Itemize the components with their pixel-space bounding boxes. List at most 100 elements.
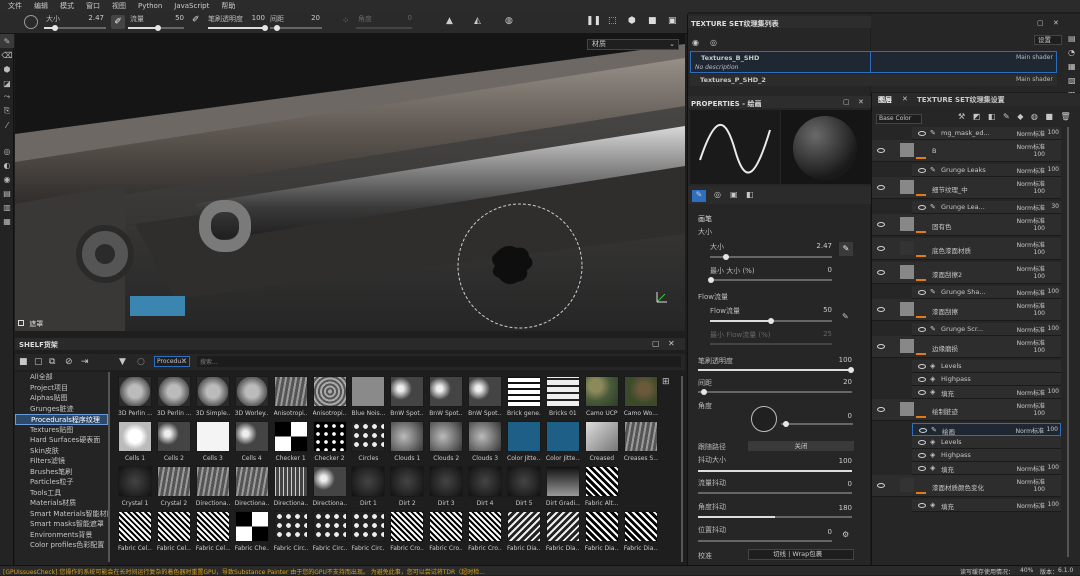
- shelf-item[interactable]: Fabric Circ...: [312, 511, 347, 555]
- menu-item-6[interactable]: JavaScript: [174, 2, 209, 10]
- layer-opacity[interactable]: 100: [1048, 325, 1059, 332]
- shelf-item[interactable]: Blue Nois...: [351, 376, 386, 420]
- layer-blend-mode[interactable]: Norm标准: [1017, 301, 1045, 310]
- layer-row[interactable]: 细节纹理_中 Norm标准 100: [872, 177, 1061, 199]
- visibility-eye-icon[interactable]: [877, 148, 885, 153]
- layer-row[interactable]: 绘制脏迹 Norm标准 100: [872, 399, 1061, 421]
- history-icon-r[interactable]: ◔: [1068, 48, 1080, 62]
- shelf-item[interactable]: Fabric Cro...: [429, 511, 464, 555]
- tex-eye-icon[interactable]: ◉: [692, 38, 699, 47]
- shelf-item[interactable]: Dirt 3: [429, 466, 464, 510]
- shelf-item[interactable]: Brick gene...: [507, 376, 541, 420]
- material-dropdown[interactable]: 材质 ⌄: [587, 39, 679, 50]
- shelf-item[interactable]: Fabric Dia...: [545, 511, 580, 555]
- shelf-item[interactable]: Cells 1: [118, 421, 152, 465]
- import-icon[interactable]: ⇥: [81, 357, 89, 367]
- add-mask-icon[interactable]: ◩: [973, 112, 981, 121]
- visibility-eye-icon[interactable]: [877, 246, 885, 251]
- visibility-eye-icon[interactable]: [877, 483, 885, 488]
- eraser-icon[interactable]: ⌫: [0, 48, 14, 62]
- menu-item-2[interactable]: 模式: [60, 1, 74, 11]
- layer-opacity[interactable]: 100: [1048, 501, 1059, 508]
- shelf-item[interactable]: Dirt 2: [390, 466, 425, 510]
- pos-jitter-gear-icon[interactable]: ⚙: [842, 530, 849, 539]
- smudge-icon[interactable]: ⤳: [0, 90, 14, 104]
- layer-blend-mode[interactable]: Norm标准: [1017, 464, 1045, 473]
- shelf-item[interactable]: Fabric Circ...: [351, 511, 386, 555]
- screenshot-icon[interactable]: ▣: [668, 16, 677, 26]
- layer-blend-mode[interactable]: Norm标准: [1017, 288, 1045, 297]
- prop-min-flow-slider[interactable]: [710, 343, 832, 345]
- layer-opacity[interactable]: 100: [1034, 151, 1045, 158]
- layer-opacity[interactable]: 100: [1048, 464, 1059, 471]
- layer-blend-mode[interactable]: Norm标准: [1017, 401, 1045, 410]
- layer-opacity[interactable]: 100: [1034, 347, 1045, 354]
- shelf-item[interactable]: Fabric Alt...: [584, 466, 619, 510]
- layer-blend-mode[interactable]: Norm标准: [1017, 325, 1045, 334]
- shelf-item[interactable]: Cells 2: [156, 421, 191, 465]
- shelf-item[interactable]: Dirt Gradi...: [545, 466, 580, 510]
- shelf-search-input[interactable]: 搜索...: [197, 356, 681, 367]
- layer-row[interactable]: ✎ Grunge Scr... Norm标准 100: [912, 323, 1061, 336]
- layer-row[interactable]: 漆面刮擦 Norm标准 100: [872, 299, 1061, 321]
- prop-min-size-slider[interactable]: [710, 279, 832, 281]
- mask-toggle[interactable]: 遮罩: [18, 319, 43, 329]
- alignment-dropdown[interactable]: 切线 | Wrap包裹: [748, 549, 854, 560]
- brush-tab-icon[interactable]: ✎: [692, 190, 706, 202]
- shelf-item[interactable]: Fabric Dia...: [584, 511, 619, 555]
- material-tab-icon[interactable]: ◧: [746, 190, 754, 199]
- polygon-fill-icon[interactable]: ◪: [0, 76, 14, 90]
- texture-set-row-1[interactable]: Textures_B_SHD No description: [690, 51, 871, 73]
- layer-opacity[interactable]: 100: [1047, 426, 1058, 433]
- shelf-item[interactable]: Clouds 1: [390, 421, 425, 465]
- link-icon[interactable]: ⧉: [49, 357, 55, 367]
- visibility-eye-icon[interactable]: [918, 377, 926, 382]
- prop-angle-slider[interactable]: [781, 423, 853, 425]
- layer-blend-mode[interactable]: Norm标准: [1017, 203, 1045, 212]
- angle-slider[interactable]: [356, 27, 412, 29]
- layer-row[interactable]: ◈ 填充 Norm标准 100: [912, 499, 1061, 512]
- shelf-category-3[interactable]: Grunges脏迹: [15, 404, 108, 415]
- folder-icon[interactable]: ■: [19, 357, 28, 367]
- layer-opacity[interactable]: 30: [1051, 203, 1059, 210]
- visibility-eye-icon[interactable]: [918, 364, 926, 369]
- pause-icon[interactable]: ❚❚: [586, 16, 601, 26]
- prop-pos-jitter-slider[interactable]: [698, 540, 832, 542]
- bake-icon[interactable]: ◎: [0, 144, 14, 158]
- close-icon[interactable]: ✕: [668, 339, 675, 348]
- shelf-grid-scrollbar[interactable]: [681, 376, 683, 562]
- prop-spacing-slider[interactable]: [698, 391, 852, 393]
- shelf-item[interactable]: BnW Spot...: [429, 376, 464, 420]
- shelf-category-9[interactable]: Brushes笔刷: [15, 467, 108, 478]
- add-smart-icon[interactable]: ◍: [1031, 112, 1038, 121]
- clone-icon[interactable]: ⎘: [0, 104, 14, 118]
- layer-opacity[interactable]: 100: [1034, 249, 1045, 256]
- shelf-item[interactable]: Dirt 5: [507, 466, 541, 510]
- history-icon[interactable]: ▦: [0, 214, 14, 228]
- shelf-category-1[interactable]: Project项目: [15, 383, 108, 394]
- visibility-eye-icon[interactable]: [918, 503, 926, 508]
- shelf-category-7[interactable]: Skin皮肤: [15, 446, 108, 457]
- shelf-item[interactable]: Bricks 01: [545, 376, 580, 420]
- shelf-category-0[interactable]: All全部: [15, 372, 108, 383]
- symmetry-icon[interactable]: ◭: [474, 16, 481, 26]
- shelf-item[interactable]: Fabric Cro...: [468, 511, 503, 555]
- shelf-item[interactable]: Dirt 4: [468, 466, 503, 510]
- layer-row[interactable]: 漆面材质颜色变化 Norm标准 100: [872, 475, 1061, 497]
- shelf-item[interactable]: Anisotropi...: [273, 376, 308, 420]
- shelf-item[interactable]: Directiona...: [234, 466, 269, 510]
- shelf-category-10[interactable]: Particles粒子: [15, 477, 108, 488]
- menu-item-1[interactable]: 编辑: [34, 1, 48, 11]
- add-fill-layer-icon[interactable]: ◆: [1017, 112, 1023, 121]
- layer-row[interactable]: ✎ Grunge Lea... Norm标准 30: [912, 201, 1061, 214]
- pen-pressure-icon-2[interactable]: ✐: [192, 15, 204, 27]
- visibility-eye-icon[interactable]: [918, 131, 926, 136]
- video-camera-icon[interactable]: ■: [648, 16, 657, 26]
- layer-blend-mode[interactable]: Norm标准: [1017, 129, 1045, 138]
- shelf-item[interactable]: Creased: [584, 421, 619, 465]
- visibility-eye-icon[interactable]: [918, 466, 926, 471]
- tab-layers[interactable]: 图层: [878, 95, 892, 105]
- visibility-eye-icon[interactable]: [918, 290, 926, 295]
- shelf-category-6[interactable]: Hard Surfaces硬表面: [15, 435, 108, 446]
- tex-eye-icon-2[interactable]: ◎: [710, 38, 717, 47]
